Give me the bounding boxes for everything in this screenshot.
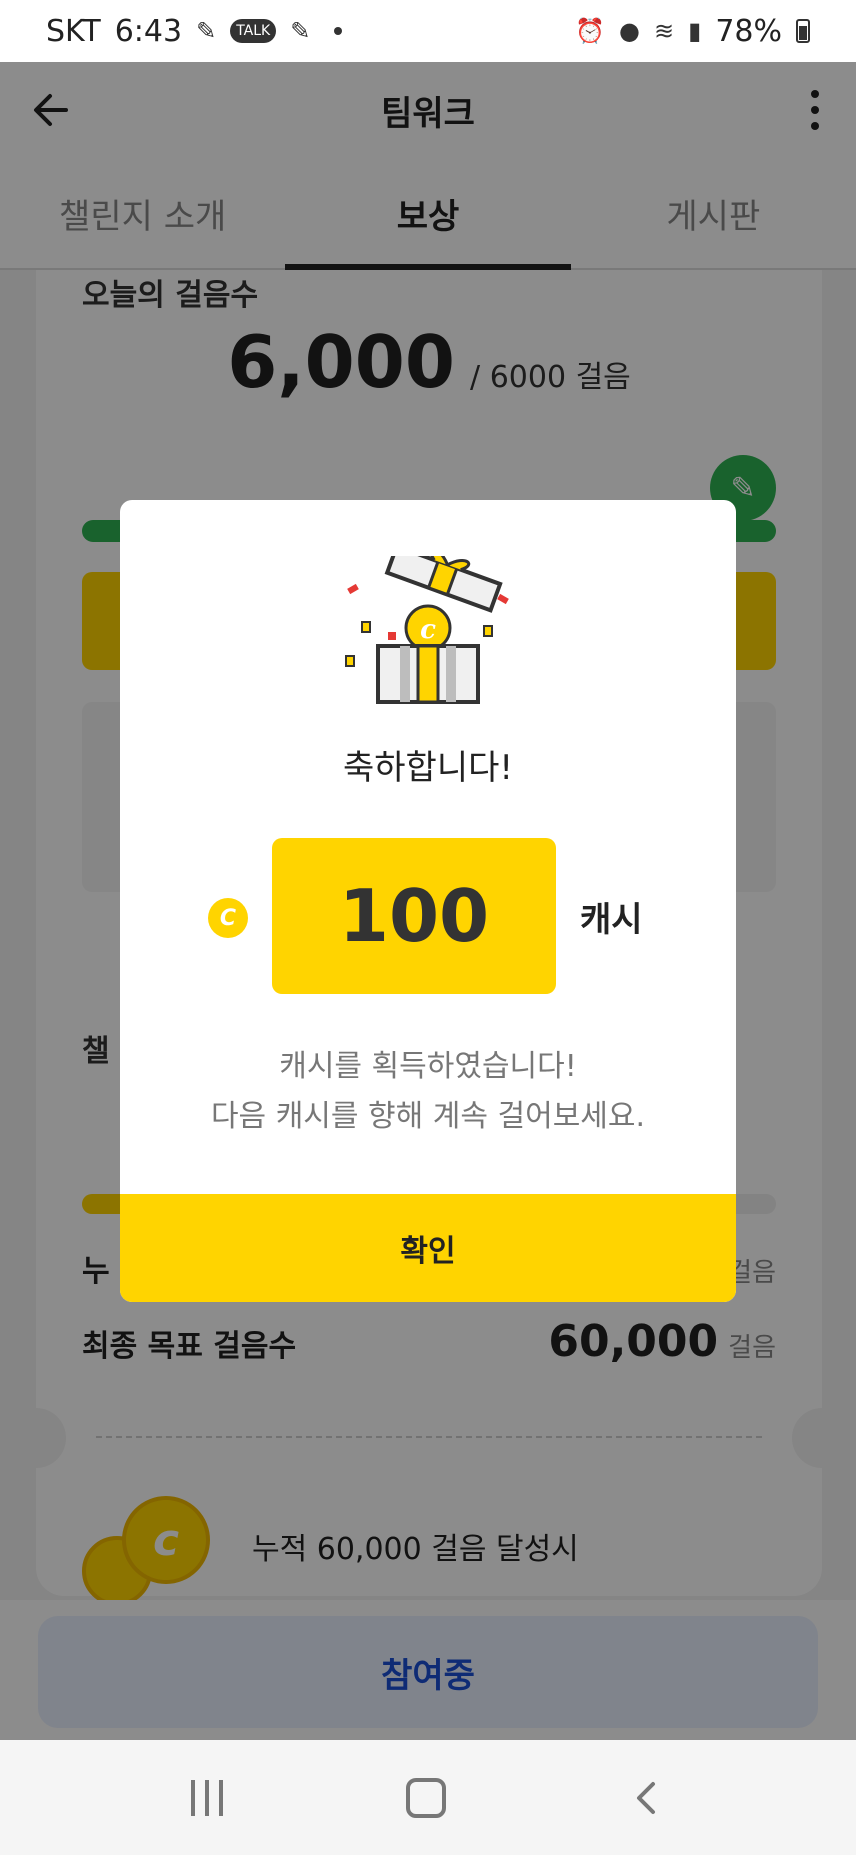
dialog-message: 캐시를 획득하였습니다! 다음 캐시를 향해 계속 걸어보세요.: [120, 1042, 736, 1142]
location-icon: ●: [619, 17, 640, 45]
shoe-icon: ✎: [196, 17, 217, 45]
system-nav-bar: [0, 1740, 856, 1855]
alarm-icon: ⏰: [575, 17, 606, 45]
status-bar: SKT 6:43 ✎ TALK ✎ ⏰ ● ≋ ▮ 78%: [0, 0, 856, 62]
notification-dot-icon: [334, 27, 343, 35]
home-icon[interactable]: [405, 1777, 446, 1818]
message-line-1: 캐시를 획득하였습니다!: [279, 1049, 577, 1084]
carrier: SKT: [46, 13, 101, 49]
status-right: ⏰ ● ≋ ▮ 78%: [575, 14, 810, 49]
reward-dialog: c 축하합니다! C 100 캐시 캐시를 획득하였습니다! 다음 캐시를 향해…: [120, 500, 736, 1302]
battery-icon: [796, 19, 810, 43]
cash-amount: 100: [272, 838, 556, 994]
cash-unit: 캐시: [580, 900, 643, 940]
coin-icon: C: [208, 898, 248, 938]
gift-box-icon: c: [328, 543, 528, 706]
cash-shoe-icon: ✎: [290, 17, 311, 45]
status-left: SKT 6:43 ✎ TALK ✎: [46, 13, 343, 49]
dialog-title: 축하합니다!: [342, 748, 514, 788]
wifi-icon: ≋: [653, 17, 675, 45]
signal-icon: ▮: [688, 17, 702, 45]
recent-apps-icon[interactable]: [191, 1779, 224, 1816]
system-back-icon[interactable]: [629, 1780, 665, 1816]
amount-row: C 100 캐시: [120, 838, 736, 994]
clock: 6:43: [114, 13, 183, 49]
message-line-2: 다음 캐시를 향해 계속 걸어보세요.: [210, 1099, 646, 1134]
battery-percent: 78%: [715, 13, 782, 49]
talk-icon: TALK: [230, 19, 277, 43]
svg-text:c: c: [420, 615, 436, 645]
confirm-button[interactable]: 확인: [120, 1194, 736, 1302]
